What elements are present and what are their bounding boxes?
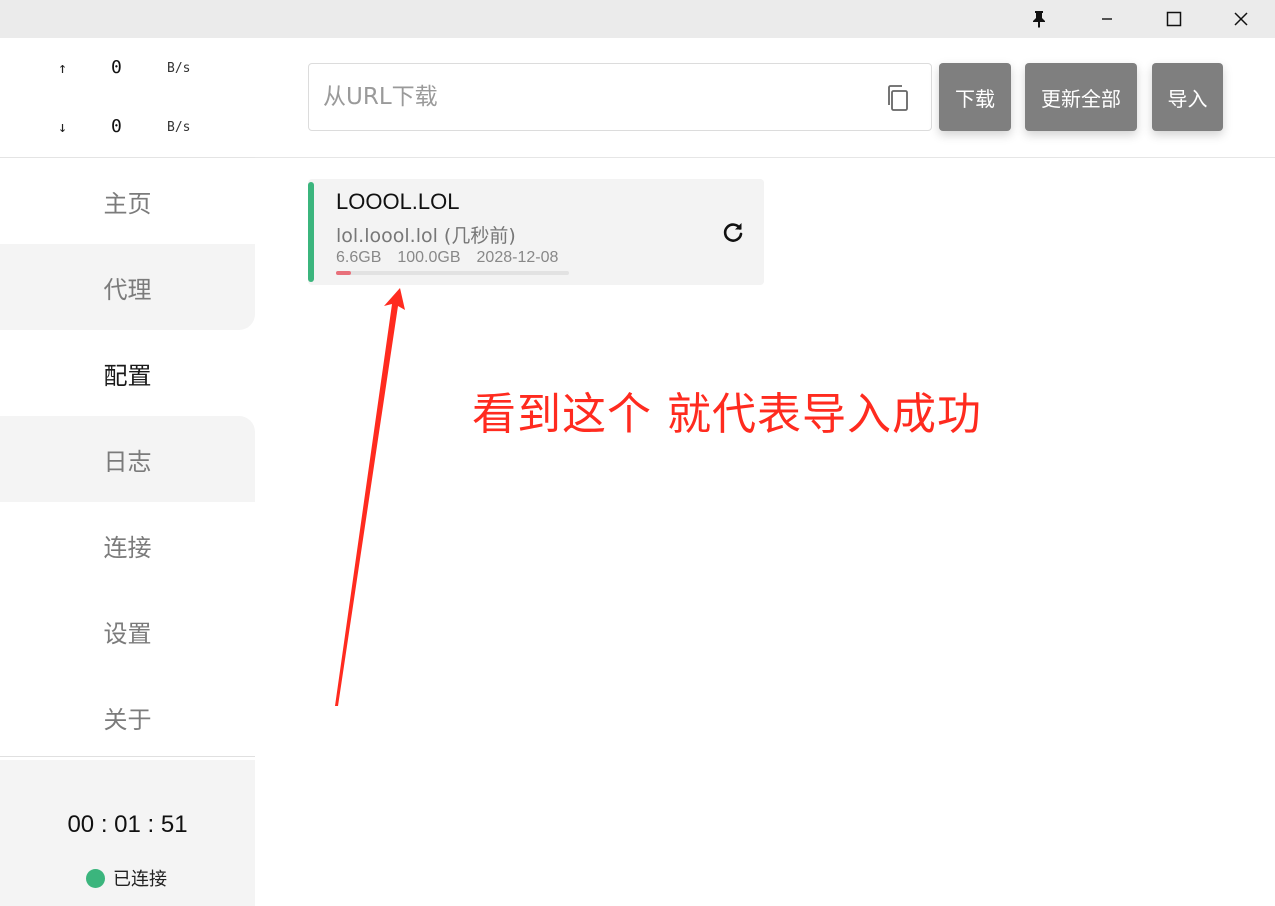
url-input-container xyxy=(308,63,932,131)
minimize-button[interactable] xyxy=(1074,0,1140,38)
sidebar-item-proxy[interactable]: 代理 xyxy=(0,244,255,330)
traffic-speed-panel: ↑ 0 B/s ↓ 0 B/s xyxy=(0,38,255,158)
sidebar-item-label: 关于 xyxy=(103,705,152,734)
download-speed-value: 0 xyxy=(111,116,122,137)
connection-status-label: 已连接 xyxy=(113,869,167,890)
sidebar-footer: 00 : 01 : 51 已连接 xyxy=(0,756,255,906)
profiles-toolbar: 下载 更新全部 导入 xyxy=(255,38,1275,158)
title-bar xyxy=(0,0,1275,38)
sidebar-item-label: 设置 xyxy=(103,619,152,648)
sidebar-item-label: 代理 xyxy=(103,275,152,304)
sidebar-nav: 主页 代理 配置 日志 连接 设置 关于 xyxy=(0,158,255,760)
status-dot-icon xyxy=(86,868,105,888)
download-speed-unit: B/s xyxy=(167,120,191,135)
close-icon xyxy=(1234,12,1248,26)
paste-icon[interactable] xyxy=(885,84,911,112)
profile-used: 6.6GB xyxy=(336,249,382,266)
profile-card[interactable]: LOOOL.LOL lol.loool.lol (几秒前) 6.6GB 100.… xyxy=(308,179,764,285)
profile-usage-fill xyxy=(336,271,352,275)
profile-meta: 6.6GB 100.0GB 2028-12-08 xyxy=(336,249,558,267)
sidebar-item-label: 主页 xyxy=(103,189,152,218)
minimize-icon xyxy=(1102,18,1112,20)
maximize-button[interactable] xyxy=(1141,0,1207,38)
sidebar-item-about[interactable]: 关于 xyxy=(0,674,255,760)
upload-arrow-icon: ↑ xyxy=(58,59,68,77)
pin-icon xyxy=(1033,11,1045,28)
main-content: 下载 更新全部 导入 LOOOL.LOL lol.loool.lol (几秒前)… xyxy=(255,38,1275,906)
profile-card-body: LOOOL.LOL lol.loool.lol (几秒前) 6.6GB 100.… xyxy=(320,179,764,285)
import-button[interactable]: 导入 xyxy=(1152,63,1223,131)
sidebar-item-label: 连接 xyxy=(103,533,152,562)
connection-status: 已连接 xyxy=(86,865,167,891)
upload-speed-unit: B/s xyxy=(167,61,191,76)
profile-active-indicator xyxy=(308,182,314,282)
sidebar: ↑ 0 B/s ↓ 0 B/s 主页 代理 配置 日志 连接 设置 关于 00 … xyxy=(0,38,255,906)
upload-speed-value: 0 xyxy=(111,57,122,78)
url-input[interactable] xyxy=(323,64,863,130)
profile-subtitle: lol.loool.lol (几秒前) xyxy=(336,225,516,247)
sidebar-item-home[interactable]: 主页 xyxy=(0,158,255,244)
sidebar-item-profiles[interactable]: 配置 xyxy=(0,330,255,416)
profile-total: 100.0GB xyxy=(397,249,461,266)
sidebar-item-settings[interactable]: 设置 xyxy=(0,588,255,674)
sidebar-item-connections[interactable]: 连接 xyxy=(0,502,255,588)
download-button[interactable]: 下载 xyxy=(939,63,1011,131)
sidebar-item-label: 日志 xyxy=(103,447,152,476)
refresh-icon[interactable] xyxy=(720,219,746,245)
sidebar-item-label: 配置 xyxy=(103,361,152,390)
maximize-icon xyxy=(1166,11,1182,27)
sidebar-item-logs[interactable]: 日志 xyxy=(0,416,255,502)
profile-expire: 2028-12-08 xyxy=(476,249,559,266)
close-button[interactable] xyxy=(1208,0,1274,38)
uptime-timer: 00 : 01 : 51 xyxy=(67,811,188,838)
pin-button[interactable] xyxy=(1006,0,1072,38)
profile-title: LOOOL.LOL xyxy=(336,189,460,214)
download-speed: ↓ 0 B/s xyxy=(0,112,255,142)
upload-speed: ↑ 0 B/s xyxy=(0,53,255,83)
profile-usage-bar xyxy=(336,271,569,275)
update-all-button[interactable]: 更新全部 xyxy=(1025,63,1137,131)
annotation-text: 看到这个 就代表导入成功 xyxy=(472,389,982,440)
download-arrow-icon: ↓ xyxy=(58,118,68,136)
